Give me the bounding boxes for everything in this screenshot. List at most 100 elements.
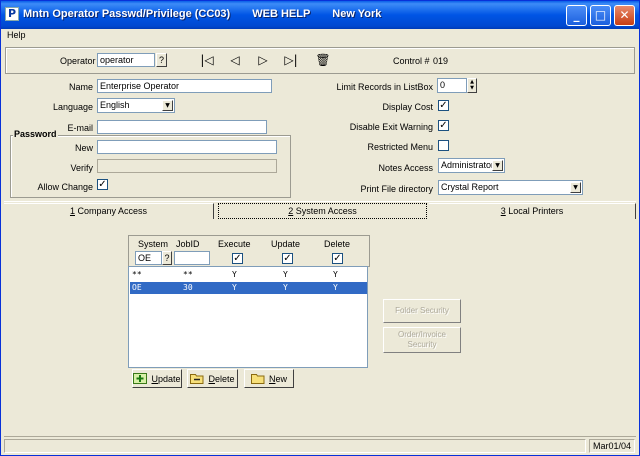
filter-execute-checkbox[interactable]: ✓ <box>232 253 243 264</box>
spin-down-icon[interactable]: ▼ <box>468 85 476 91</box>
row-update: Y <box>283 283 288 292</box>
new-button[interactable]: New <box>244 369 294 388</box>
row-delete: Y <box>333 270 338 279</box>
window-title: Mntn Operator Passwd/Privilege (CC03) WEB… <box>23 8 403 20</box>
filter-update-checkbox[interactable]: ✓ <box>282 253 293 264</box>
status-date: Mar01/04 <box>589 439 635 453</box>
chevron-down-icon[interactable]: ▼ <box>570 182 581 193</box>
new-password-label: New <box>74 143 93 153</box>
filter-system-lookup-button[interactable]: ? <box>162 251 172 265</box>
verify-password-label: Verify <box>70 163 93 173</box>
tab-local-printers-label: Local Printers <box>505 206 564 216</box>
tab-system-access[interactable]: 2 System Access <box>218 203 427 219</box>
column-delete: Delete <box>324 239 351 249</box>
main-window: P Mntn Operator Passwd/Privilege (CC03) W… <box>0 0 640 456</box>
new-button-label: New <box>268 373 287 384</box>
last-record-icon[interactable]: ▷| <box>283 54 299 67</box>
restricted-menu-checkbox[interactable] <box>438 140 449 151</box>
operator-label: Operator <box>60 56 96 66</box>
list-item-selected[interactable]: OE 30 Y Y Y <box>130 282 367 294</box>
window-title-help: WEB HELP <box>252 8 311 20</box>
status-bar: Mar01/04 <box>4 436 636 453</box>
filter-delete-checkbox[interactable]: ✓ <box>332 253 343 264</box>
allow-change-checkbox[interactable]: ✓ <box>97 179 108 190</box>
restricted-menu-label: Restricted Menu <box>367 142 433 152</box>
filter-system-input[interactable]: OE <box>135 251 162 265</box>
disable-exit-warning-checkbox[interactable]: ✓ <box>438 120 449 131</box>
update-button[interactable]: Update <box>132 369 182 388</box>
control-number-label: Control # <box>393 56 430 66</box>
list-item[interactable]: ** ** Y Y Y <box>130 269 367 281</box>
disable-exit-warning-label: Disable Exit Warning <box>349 122 433 132</box>
language-value: English <box>100 100 130 110</box>
app-icon[interactable]: P <box>5 7 19 21</box>
status-message <box>4 439 586 453</box>
tab-system-access-label: System Access <box>293 206 357 216</box>
delete-button-label: Delete <box>208 373 235 384</box>
add-icon <box>133 373 148 384</box>
column-jobid: JobID <box>176 239 200 249</box>
allow-change-label: Allow Change <box>37 182 93 192</box>
name-input[interactable]: Enterprise Operator <box>97 79 272 93</box>
new-password-input[interactable] <box>97 140 277 154</box>
tab-company-access[interactable]: 1 Company Access <box>4 203 214 219</box>
menu-help[interactable]: Help <box>7 30 26 40</box>
close-button[interactable]: ✕ <box>614 5 635 26</box>
order-invoice-security-button[interactable]: Order/Invoice Security <box>383 327 461 353</box>
print-directory-value: Crystal Report <box>441 182 499 192</box>
column-execute: Execute <box>218 239 251 249</box>
notes-access-value: Administrator <box>441 160 495 170</box>
row-execute: Y <box>232 283 237 292</box>
row-execute: Y <box>232 270 237 279</box>
trash-icon[interactable]: 🗑 <box>315 54 331 67</box>
password-group-label: Password <box>13 129 58 139</box>
tab-local-printers[interactable]: 3 Local Printers <box>429 203 636 219</box>
order-invoice-security-label-2: Security <box>407 340 437 349</box>
first-record-icon[interactable]: |◁ <box>199 54 215 67</box>
print-directory-label: Print File directory <box>360 184 433 194</box>
minimize-button[interactable]: _ <box>566 5 587 26</box>
print-directory-select[interactable]: Crystal Report ▼ <box>438 180 583 195</box>
tab-divider <box>4 201 636 202</box>
folder-minus-icon <box>190 373 204 384</box>
chevron-down-icon[interactable]: ▼ <box>492 160 503 171</box>
filter-jobid-input[interactable] <box>174 251 210 265</box>
maximize-button[interactable]: □ <box>590 5 611 26</box>
control-number-value: 019 <box>433 56 449 66</box>
display-cost-label: Display Cost <box>382 102 433 112</box>
language-select[interactable]: English ▼ <box>97 98 175 113</box>
order-invoice-security-label-1: Order/Invoice <box>397 330 447 339</box>
row-delete: Y <box>333 283 338 292</box>
email-field[interactable] <box>97 120 267 134</box>
window-title-main: Mntn Operator Passwd/Privilege (CC03) <box>23 8 231 20</box>
row-system: OE <box>132 283 142 292</box>
row-update: Y <box>283 270 288 279</box>
maximize-icon: □ <box>594 8 607 22</box>
limit-records-spinner[interactable]: ▲ ▼ <box>467 78 477 93</box>
operator-lookup-button[interactable]: ? <box>156 53 167 67</box>
chevron-down-icon[interactable]: ▼ <box>162 100 173 111</box>
limit-records-label: Limit Records in ListBox <box>336 82 433 92</box>
language-label: Language <box>52 102 93 112</box>
next-record-icon[interactable]: ▷ <box>255 54 271 67</box>
limit-records-input[interactable]: 0 <box>437 78 467 93</box>
column-system: System <box>138 239 169 249</box>
folder-icon <box>250 373 265 384</box>
row-jobid: 30 <box>183 283 193 292</box>
operator-input[interactable]: operator <box>97 53 155 67</box>
menu-bar: Help <box>2 29 638 44</box>
title-bar[interactable]: P Mntn Operator Passwd/Privilege (CC03) W… <box>1 1 639 29</box>
notes-access-select[interactable]: Administrator ▼ <box>438 158 505 173</box>
display-cost-checkbox[interactable]: ✓ <box>438 100 449 111</box>
name-label: Name <box>68 82 93 92</box>
delete-button[interactable]: Delete <box>187 369 238 388</box>
previous-record-icon[interactable]: ◁ <box>227 54 243 67</box>
update-button-label: Update <box>151 373 181 384</box>
system-access-list[interactable]: ** ** Y Y Y OE 30 Y Y Y <box>128 266 368 368</box>
column-update: Update <box>271 239 301 249</box>
minimize-icon: _ <box>573 8 580 22</box>
folder-security-button[interactable]: Folder Security <box>383 299 461 323</box>
verify-password-input[interactable] <box>97 159 277 173</box>
close-icon: ✕ <box>619 8 630 22</box>
notes-access-label: Notes Access <box>378 163 433 173</box>
